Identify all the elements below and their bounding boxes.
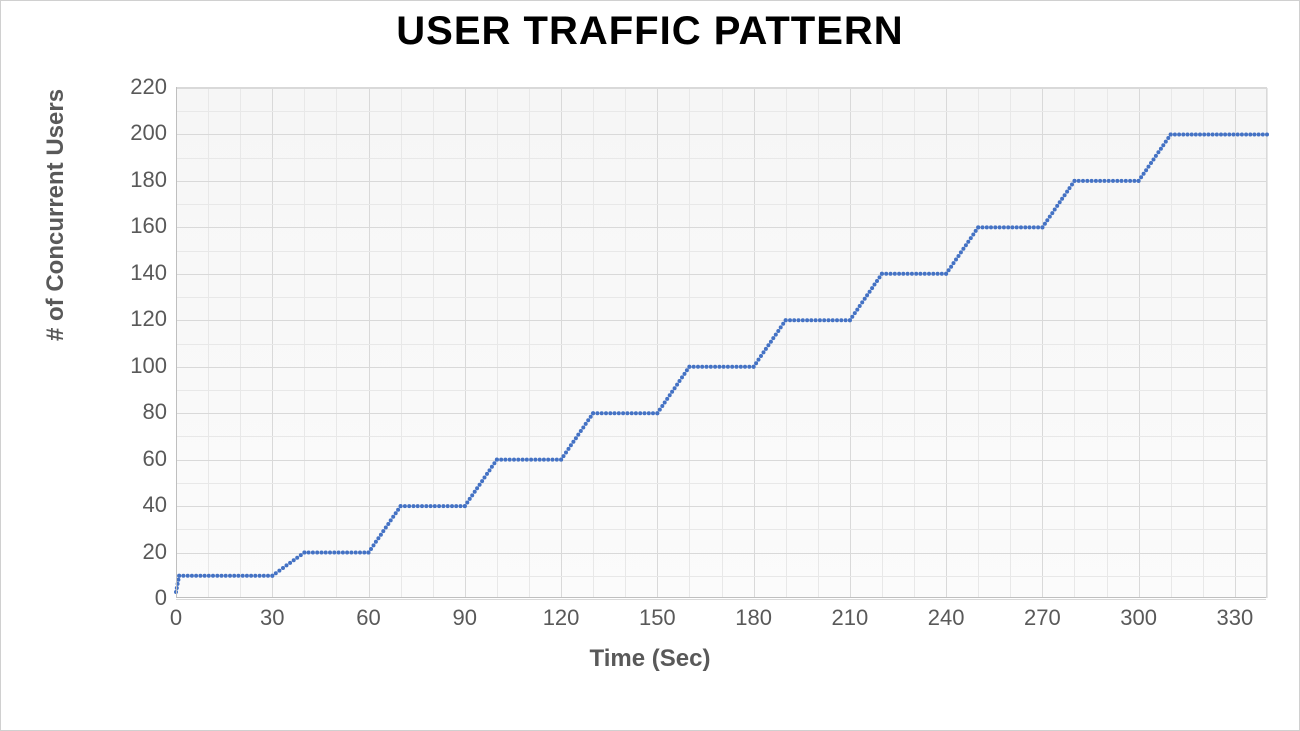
chart-title: USER TRAFFIC PATTERN bbox=[1, 9, 1299, 54]
y-tick-label: 180 bbox=[107, 167, 167, 193]
y-tick-label: 200 bbox=[107, 120, 167, 146]
x-tick-label: 150 bbox=[639, 605, 676, 631]
y-tick-label: 140 bbox=[107, 260, 167, 286]
y-tick-label: 80 bbox=[107, 399, 167, 425]
y-tick-label: 0 bbox=[107, 585, 167, 611]
y-axis-label: # of Concurrent Users bbox=[42, 89, 70, 341]
x-tick-label: 0 bbox=[170, 605, 182, 631]
y-tick-label: 60 bbox=[107, 446, 167, 472]
x-tick-label: 300 bbox=[1120, 605, 1157, 631]
x-tick-label: 90 bbox=[453, 605, 477, 631]
y-tick-label: 220 bbox=[107, 74, 167, 100]
y-tick-label: 20 bbox=[107, 539, 167, 565]
x-tick-label: 330 bbox=[1217, 605, 1254, 631]
x-tick-label: 270 bbox=[1024, 605, 1061, 631]
y-tick-label: 100 bbox=[107, 353, 167, 379]
grid-h-major bbox=[176, 599, 1266, 600]
x-tick-label: 60 bbox=[356, 605, 380, 631]
plot-area bbox=[176, 87, 1267, 598]
x-tick-label: 30 bbox=[260, 605, 284, 631]
grid-v-minor bbox=[1267, 88, 1268, 598]
y-tick-label: 40 bbox=[107, 492, 167, 518]
x-tick-label: 120 bbox=[543, 605, 580, 631]
y-tick-label: 160 bbox=[107, 213, 167, 239]
data-series bbox=[176, 88, 1266, 598]
chart-container: USER TRAFFIC PATTERN # of Concurrent Use… bbox=[0, 0, 1300, 731]
x-tick-label: 180 bbox=[735, 605, 772, 631]
x-axis-label: Time (Sec) bbox=[1, 645, 1299, 673]
x-tick-label: 210 bbox=[831, 605, 868, 631]
x-axis-line bbox=[176, 597, 1266, 598]
y-axis-line bbox=[176, 87, 177, 597]
x-tick-label: 240 bbox=[928, 605, 965, 631]
y-tick-label: 120 bbox=[107, 306, 167, 332]
